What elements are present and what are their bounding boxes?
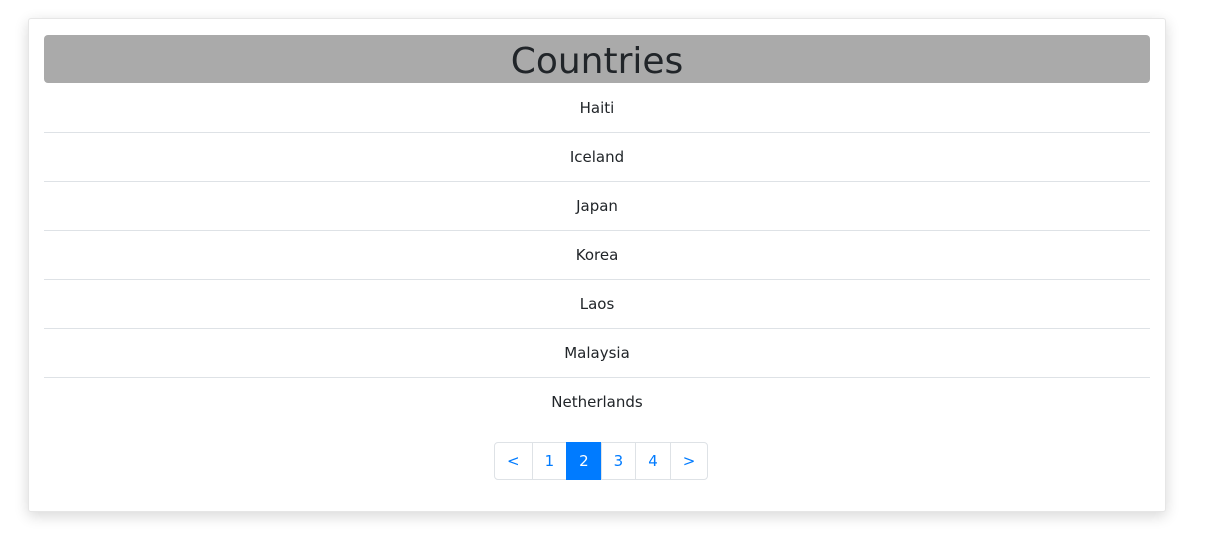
page-item-next: >	[669, 442, 709, 480]
list-item: Korea	[44, 231, 1150, 280]
page-title: Countries	[510, 41, 684, 82]
page-item-2: 2	[566, 442, 602, 480]
countries-header: Countries	[44, 35, 1150, 83]
list-item: Laos	[44, 280, 1150, 329]
page-3-button[interactable]: 3	[600, 442, 637, 480]
list-item: Malaysia	[44, 329, 1150, 378]
page-item-prev: <	[494, 442, 533, 480]
countries-card: Countries Haiti Iceland Japan Korea Laos…	[28, 18, 1166, 512]
page-item-3: 3	[600, 442, 637, 480]
list-item: Japan	[44, 182, 1150, 231]
page-1-button[interactable]: 1	[531, 442, 568, 480]
list-item: Iceland	[44, 133, 1150, 182]
page-2-button[interactable]: 2	[566, 442, 602, 480]
page-item-4: 4	[635, 442, 671, 480]
prev-page-button[interactable]: <	[494, 442, 533, 480]
pagination: < 1 2 3 4 >	[494, 442, 709, 480]
list-item: Netherlands	[551, 393, 643, 411]
countries-list: Haiti Iceland Japan Korea Laos Malaysia …	[44, 84, 1150, 426]
next-page-button[interactable]: >	[669, 442, 709, 480]
page-4-button[interactable]: 4	[635, 442, 671, 480]
list-item: Haiti	[44, 84, 1150, 133]
page-item-1: 1	[531, 442, 568, 480]
